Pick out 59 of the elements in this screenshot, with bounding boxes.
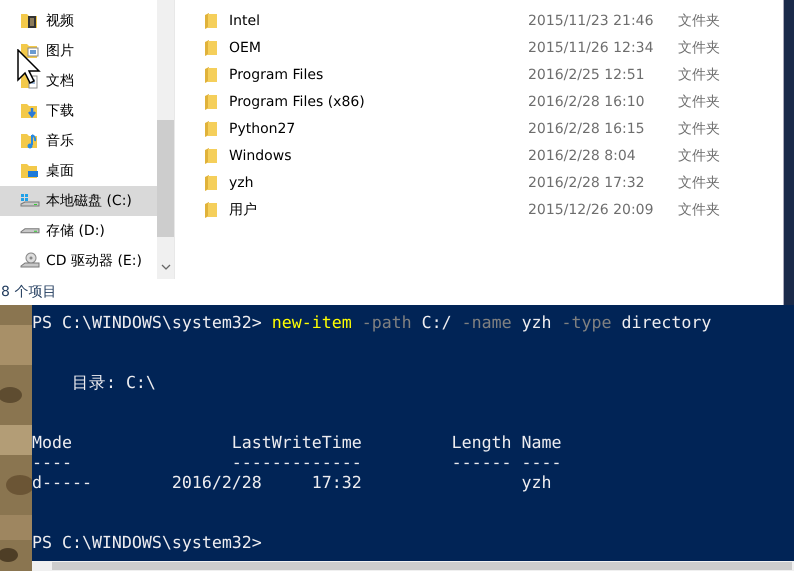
mouse-pointer-icon bbox=[17, 49, 41, 85]
folder-icon bbox=[205, 120, 217, 136]
nav-item[interactable]: 存储 (D:) bbox=[0, 216, 157, 246]
command-line: PS C:\WINDOWS\system32> bbox=[32, 533, 263, 553]
file-name[interactable]: Program Files (x86) bbox=[229, 94, 528, 110]
folder-icon bbox=[205, 12, 217, 28]
folder-icon bbox=[205, 40, 217, 56]
scrollbar-thumb[interactable] bbox=[157, 120, 174, 237]
folder-icon bbox=[205, 94, 217, 110]
modified-date: 2016/2/28 8:04 bbox=[528, 148, 637, 164]
video-folder-icon bbox=[20, 11, 40, 31]
pictures-folder-icon bbox=[20, 41, 40, 61]
modified-date: 2016/2/25 12:51 bbox=[528, 66, 646, 82]
file-type: 文件夹 bbox=[678, 92, 721, 110]
modified-date: 2016/2/28 16:10 bbox=[528, 94, 646, 110]
file-type: 文件夹 bbox=[678, 120, 721, 138]
file-type: 文件夹 bbox=[678, 200, 721, 218]
modified-date: 2015/11/23 21:46 bbox=[528, 12, 654, 28]
file-name[interactable]: Program Files bbox=[229, 66, 528, 82]
file-name[interactable]: Windows bbox=[229, 148, 528, 164]
nav-item[interactable]: 图片 bbox=[0, 36, 157, 66]
file-type: 文件夹 bbox=[678, 12, 721, 30]
modified-date: 2016/2/28 17:32 bbox=[528, 174, 646, 190]
nav-item[interactable]: CD 驱动器 (E:) bbox=[0, 246, 157, 276]
downloads-folder-icon bbox=[20, 101, 40, 121]
nav-item[interactable]: 桌面 bbox=[0, 156, 157, 186]
scrollbar-thumb[interactable] bbox=[52, 562, 792, 570]
item-count: 8 个项目 bbox=[1, 283, 56, 301]
drive-icon bbox=[20, 228, 40, 234]
modified-date: 2015/11/26 12:34 bbox=[528, 40, 654, 56]
file-name[interactable]: OEM bbox=[229, 40, 528, 56]
terminal-output: d----- 2016/2/28 17:32 yzh bbox=[32, 473, 552, 493]
nav-item[interactable]: 本地磁盘 (C:) bbox=[0, 186, 157, 216]
modified-date: 2016/2/28 16:15 bbox=[528, 120, 646, 136]
folder-icon bbox=[205, 202, 217, 218]
folder-icon bbox=[205, 66, 217, 82]
music-folder-icon bbox=[20, 131, 40, 151]
file-type: 文件夹 bbox=[678, 174, 721, 192]
scrollbar[interactable] bbox=[157, 0, 175, 279]
file-name[interactable]: yzh bbox=[229, 174, 528, 190]
desktop-folder-icon bbox=[20, 161, 40, 181]
file-name[interactable]: 用户 bbox=[229, 200, 528, 218]
nav-item[interactable]: 下载 bbox=[0, 96, 157, 126]
nav-item[interactable]: 音乐 bbox=[0, 126, 157, 156]
file-type: 文件夹 bbox=[678, 38, 721, 56]
file-type: 文件夹 bbox=[678, 66, 721, 84]
horizontal-scrollbar[interactable] bbox=[32, 561, 794, 571]
file-type: 文件夹 bbox=[678, 146, 721, 164]
terminal-output: ---- ------------- ------ ---- bbox=[32, 453, 562, 473]
file-name[interactable]: Python27 bbox=[229, 120, 528, 136]
folder-icon bbox=[205, 148, 217, 164]
command-line: PS C:\WINDOWS\system32> new-item -path C:/ -name yzh -type directory bbox=[32, 313, 712, 333]
modified-date: 2015/12/26 20:09 bbox=[528, 202, 654, 218]
terminal-output: 目录: C:\ bbox=[70, 373, 157, 393]
terminal-output: Mode LastWriteTime Length Name bbox=[32, 433, 562, 453]
nav-item[interactable]: 视频 bbox=[0, 6, 157, 36]
file-name[interactable]: Intel bbox=[229, 12, 528, 28]
folder-icon bbox=[205, 174, 217, 190]
scroll-down-icon[interactable] bbox=[161, 264, 171, 270]
